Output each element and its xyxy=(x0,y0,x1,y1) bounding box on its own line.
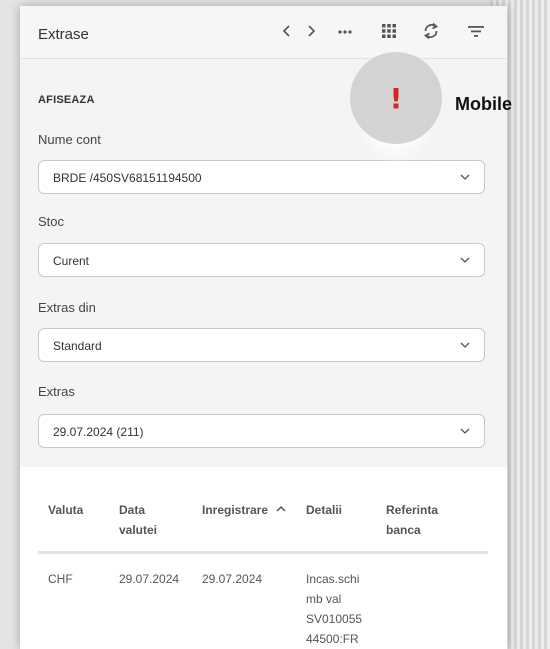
column-header-referinta-banca[interactable]: Referinta banca xyxy=(386,500,438,540)
grid-icon[interactable] xyxy=(378,20,400,42)
cell-detalii-line: 44500:FR xyxy=(306,632,359,646)
section-title: AFISEAZA xyxy=(38,94,95,106)
panel-header: Extrase xyxy=(20,6,507,59)
alert-exclamation-icon: ! xyxy=(389,82,403,115)
column-header-label: Inregistrare xyxy=(202,503,269,517)
account-select[interactable]: BRDE /450SV68151194500 xyxy=(38,160,485,194)
column-header-label-2: banca xyxy=(386,523,421,537)
cell-data-valutei: 29.07.2024 xyxy=(119,572,180,586)
column-header-inregistrare[interactable]: Inregistrare xyxy=(202,500,287,520)
chevron-down-icon xyxy=(460,174,470,180)
chevron-left-icon[interactable] xyxy=(276,20,298,42)
mobile-label: Mobile xyxy=(455,94,512,114)
column-header-label: Data xyxy=(119,503,146,517)
filter-icon[interactable] xyxy=(465,20,487,42)
column-header-valuta[interactable]: Valuta xyxy=(48,500,83,520)
stock-select[interactable]: Curent xyxy=(38,243,485,277)
column-header-label-2: valutei xyxy=(119,523,158,537)
column-header-label: Valuta xyxy=(48,503,84,517)
column-header-label: Referinta xyxy=(386,503,439,517)
statement-source-label: Extras din xyxy=(38,300,96,315)
cell-detalii-line: SV010055 xyxy=(306,612,363,626)
cell-detalii-line: mb val xyxy=(306,592,342,606)
stock-select-value: Curent xyxy=(53,254,90,268)
refresh-icon[interactable] xyxy=(420,20,442,42)
cell-inregistrare: 29.07.2024 xyxy=(202,572,263,586)
transactions-table: Valuta Data valutei Inregistrare Detalii… xyxy=(20,467,507,649)
chevron-right-icon[interactable] xyxy=(300,20,322,42)
statement-source-value: Standard xyxy=(53,339,102,353)
account-name-label: Nume cont xyxy=(38,132,101,147)
stock-label: Stoc xyxy=(38,214,65,229)
column-header-data-valutei[interactable]: Data valutei xyxy=(119,500,157,540)
statement-select[interactable]: 29.07.2024 (211) xyxy=(38,414,485,448)
account-select-value: BRDE /450SV68151194500 xyxy=(53,171,202,185)
more-icon[interactable] xyxy=(334,20,356,42)
cell-detalii-line: Incas.schi xyxy=(306,572,360,586)
column-header-label: Detalii xyxy=(306,503,343,517)
chevron-down-icon xyxy=(460,428,470,434)
statement-source-select[interactable]: Standard xyxy=(38,328,485,362)
chevron-down-icon xyxy=(460,342,470,348)
header-divider xyxy=(38,551,488,554)
chevron-down-icon xyxy=(460,257,470,263)
sort-ascending-icon xyxy=(276,505,286,512)
statement-select-value: 29.07.2024 (211) xyxy=(53,425,144,439)
column-header-detalii[interactable]: Detalii xyxy=(306,500,342,520)
panel-title: Extrase xyxy=(38,26,89,43)
cell-detalii: Incas.schi mb val SV010055 44500:FR xyxy=(306,569,362,649)
cell-valuta: CHF xyxy=(48,572,73,586)
statement-label: Extras xyxy=(38,384,75,399)
